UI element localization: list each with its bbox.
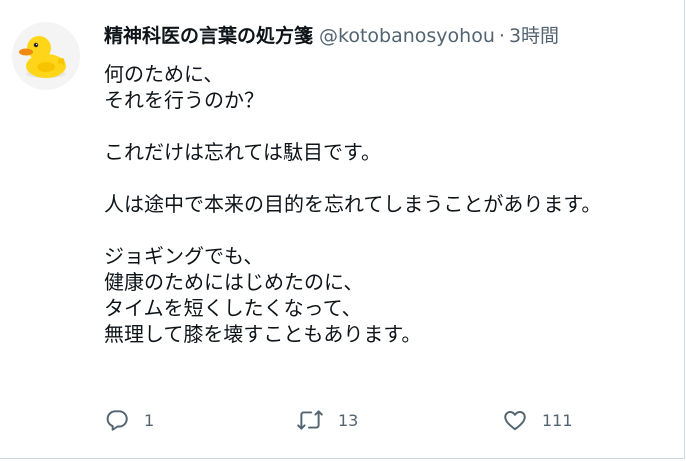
- tweet-card[interactable]: 精神科医の言葉の処方箋 @kotobanosyohou · 3時間 何のために、 それ…: [0, 0, 685, 459]
- tweet-actions: 1 13 111: [104, 404, 624, 436]
- reply-icon: [104, 407, 130, 433]
- reply-count: 1: [144, 410, 155, 430]
- tweet-line: [104, 217, 674, 243]
- reply-button[interactable]: 1: [104, 404, 154, 436]
- rubber-duck-icon[interactable]: [12, 22, 80, 90]
- like-button[interactable]: 111: [502, 404, 573, 436]
- tweet-line: それを行うのか？: [104, 88, 264, 112]
- heart-icon: [502, 407, 528, 433]
- retweet-count: 13: [338, 410, 359, 430]
- timestamp[interactable]: 3時間: [509, 25, 559, 47]
- retweet-icon: [296, 407, 324, 433]
- like-count: 111: [542, 410, 573, 430]
- tweet-line: 健康のためにはじめたのに、: [104, 270, 364, 294]
- tweet-line: [104, 113, 674, 139]
- tweet-line: 人は途中で本来の目的を忘れてしまうことがあります。: [104, 192, 602, 216]
- tweet-line: [104, 165, 674, 191]
- retweet-button[interactable]: 13: [296, 404, 358, 436]
- tweet-line: 無理して膝を壊すこともあります。: [104, 322, 422, 346]
- tweet-header: 精神科医の言葉の処方箋 @kotobanosyohou · 3時間: [104, 24, 559, 48]
- separator-dot: ·: [498, 25, 505, 47]
- tweet-text: 何のために、 それを行うのか？ これだけは忘れては駄目です。 人は途中で本来の目…: [104, 61, 674, 347]
- user-handle[interactable]: @kotobanosyohou: [319, 25, 495, 47]
- tweet-line: ジョギングでも、: [104, 244, 264, 268]
- tweet-line: タイムを短くしたくなって、: [104, 296, 362, 320]
- tweet-line: これだけは忘れては駄目です。: [104, 140, 381, 164]
- display-name[interactable]: 精神科医の言葉の処方箋: [104, 25, 313, 47]
- tweet-line: 何のために、: [104, 62, 224, 86]
